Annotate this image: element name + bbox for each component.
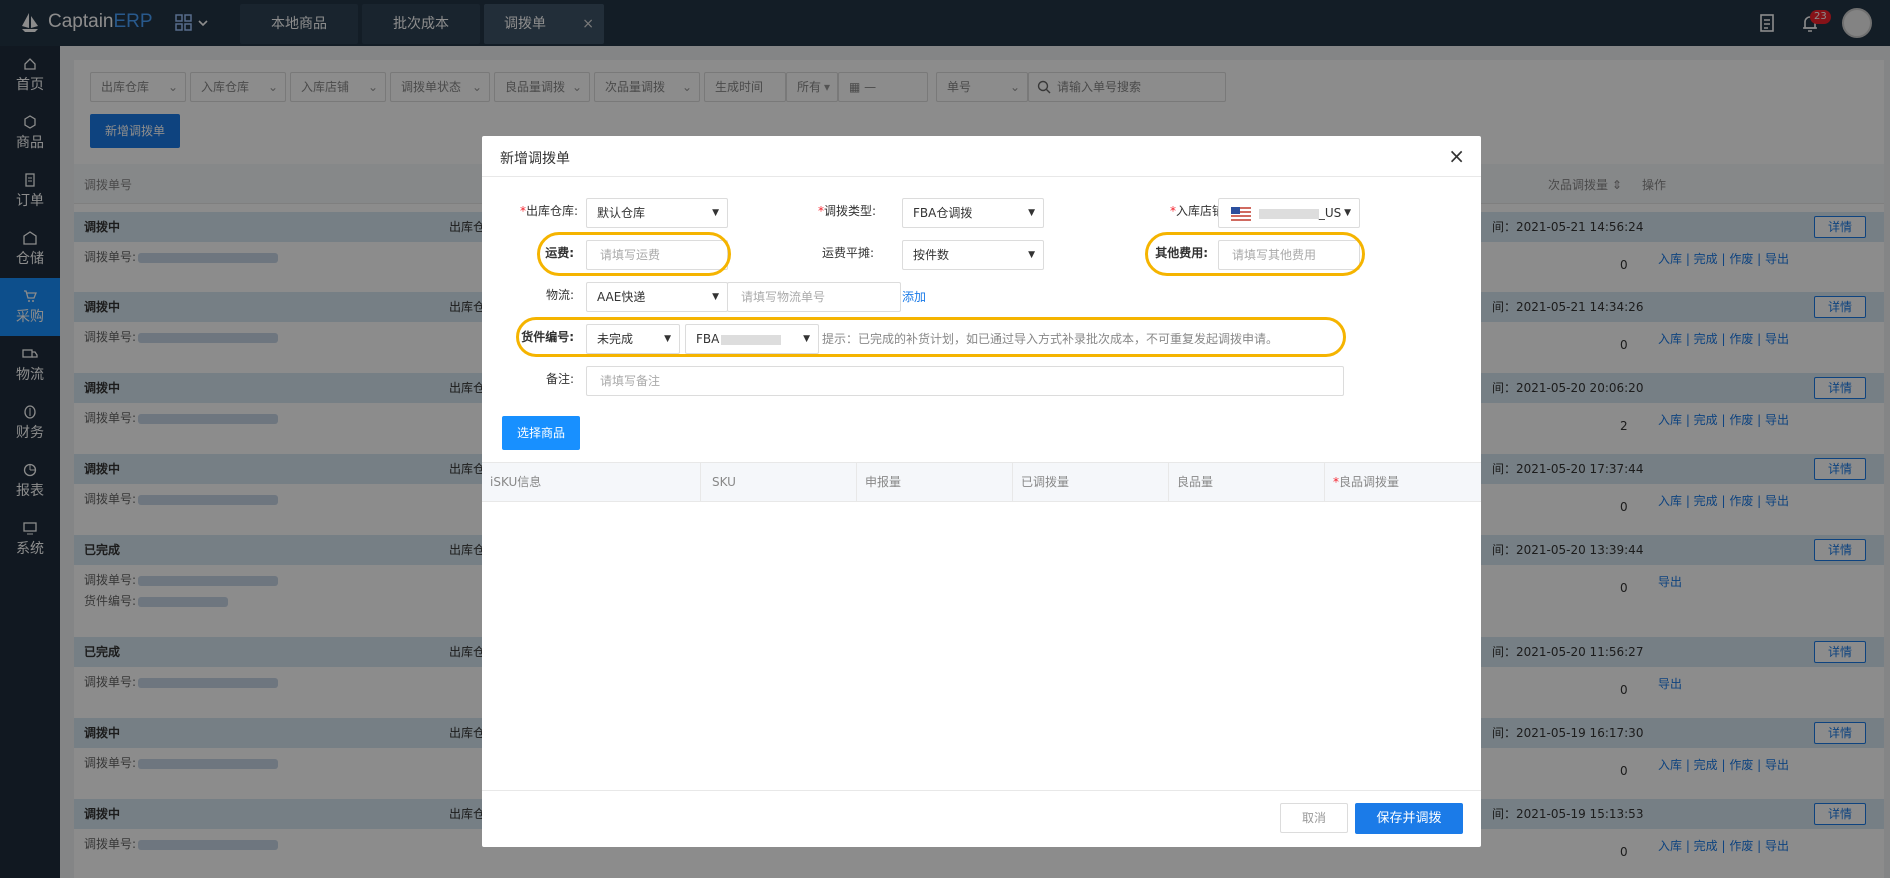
select-value: FBA仓调拨 <box>913 206 973 220</box>
remark-label: 备注: <box>545 372 574 386</box>
highlight-freight <box>537 232 731 276</box>
caret-down-icon: ▼ <box>1028 208 1035 218</box>
save-and-transfer-button[interactable]: 保存并调拨 <box>1355 803 1463 834</box>
logistics-label: 物流: <box>545 288 574 302</box>
new-transfer-dialog: 新增调拨单 × *出库仓库: 默认仓库 ▼ *调拨类型: FBA仓调拨 ▼ *入库店… <box>482 136 1481 847</box>
select-value: 默认仓库 <box>597 206 646 220</box>
col-declared: 申报量 <box>857 463 1013 501</box>
col-isku: iSKU信息 <box>482 463 701 501</box>
col-good-transfer-qty: *良品调拨量 <box>1333 475 1400 489</box>
cancel-button[interactable]: 取消 <box>1280 803 1348 833</box>
caret-down-icon: ▼ <box>1028 250 1035 260</box>
us-flag-icon <box>1231 206 1251 221</box>
in-shop-select[interactable]: _US ▼ <box>1218 198 1360 228</box>
transfer-type-select[interactable]: FBA仓调拨 ▼ <box>902 198 1044 228</box>
caret-down-icon: ▼ <box>1344 208 1351 218</box>
col-sku: SKU <box>701 463 857 501</box>
out-warehouse-select[interactable]: 默认仓库 ▼ <box>586 198 728 228</box>
redacted-shop-name <box>1258 208 1319 219</box>
col-transferred: 已调拨量 <box>1013 463 1169 501</box>
divider <box>482 176 1481 177</box>
select-value: AAE快递 <box>597 290 646 304</box>
select-value: 按件数 <box>913 248 950 262</box>
close-icon[interactable]: × <box>1448 144 1465 168</box>
in-shop-label: *入库店铺: <box>1169 204 1228 218</box>
highlight-shipment <box>516 317 1346 357</box>
logistics-select[interactable]: AAE快递 ▼ <box>586 282 728 312</box>
select-goods-button[interactable]: 选择商品 <box>502 416 580 450</box>
caret-down-icon: ▼ <box>712 292 719 302</box>
add-link[interactable]: 添加 <box>902 288 926 305</box>
col-good-qty: 良品量 <box>1169 463 1325 501</box>
select-value: _US <box>1318 206 1342 220</box>
freight-allocation-label: 运费平摊: <box>821 246 874 260</box>
out-warehouse-label: *出库仓库: <box>519 204 578 218</box>
goods-table-header: iSKU信息 SKU 申报量 已调拨量 良品量 *良品调拨量 <box>482 462 1481 502</box>
highlight-other-fee <box>1145 232 1365 276</box>
caret-down-icon: ▼ <box>712 208 719 218</box>
transfer-type-label: *调拨类型: <box>817 204 876 218</box>
tracking-number-input[interactable]: 请填写物流单号 <box>727 282 901 312</box>
dialog-footer-divider <box>482 790 1481 791</box>
remark-input[interactable]: 请填写备注 <box>586 366 1344 396</box>
freight-allocation-select[interactable]: 按件数 ▼ <box>902 240 1044 270</box>
dialog-title: 新增调拨单 <box>500 151 570 167</box>
